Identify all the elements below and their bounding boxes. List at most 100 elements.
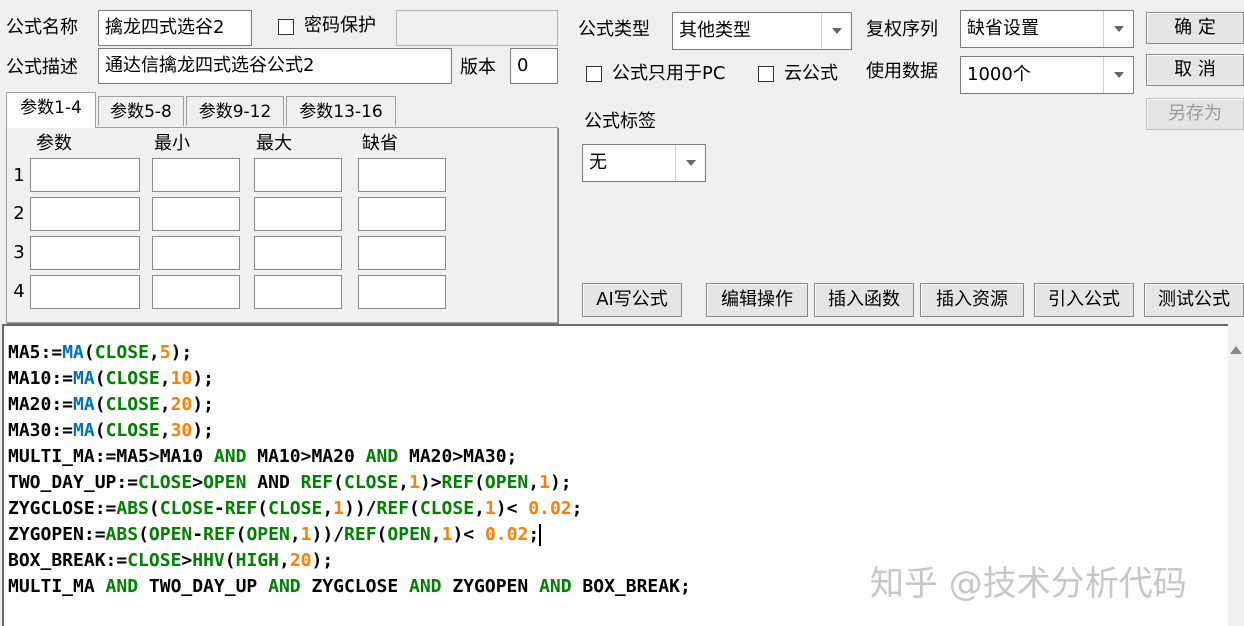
- code-token: CLOSE: [159, 498, 214, 519]
- code-token: ;: [571, 498, 583, 519]
- param-min-cell-2[interactable]: [152, 197, 240, 231]
- code-token: 1: [409, 472, 420, 493]
- code-token: MA10:=: [8, 368, 74, 389]
- code-token: CLOSE: [419, 498, 475, 519]
- code-line: TWO_DAY_UP:=CLOSE>OPEN AND REF(CLOSE,1)>…: [8, 470, 572, 496]
- formula-desc-input[interactable]: 通达信擒龙四式选谷公式2: [98, 48, 452, 84]
- code-token: )<: [495, 498, 529, 519]
- usage-data-value: 1000个: [967, 64, 1031, 85]
- password-input[interactable]: [396, 10, 558, 46]
- param-name-cell-4[interactable]: [30, 275, 140, 309]
- code-line: ZYGCLOSE:=ABS(CLOSE-REF(CLOSE,1))/REF(CL…: [8, 496, 582, 522]
- usage-data-select[interactable]: 1000个: [960, 56, 1134, 94]
- scroll-up-icon[interactable]: [1230, 346, 1242, 354]
- code-token: BOX_BREAK;: [571, 576, 691, 597]
- code-line: MA10:=MA(CLOSE,10);: [8, 366, 214, 392]
- edit-ops-button[interactable]: 编辑操作: [706, 283, 808, 317]
- code-token: AND: [365, 446, 399, 467]
- param-max-cell-1[interactable]: [254, 158, 342, 192]
- code-token: REF: [344, 524, 377, 545]
- param-name-cell-3[interactable]: [30, 236, 140, 270]
- code-token: );: [192, 394, 214, 415]
- code-token: ABS: [105, 524, 139, 545]
- param-default-cell-4[interactable]: [358, 275, 446, 309]
- code-token: MA20>MA30;: [398, 446, 518, 467]
- param-header-name: 参数: [36, 133, 72, 154]
- param-default-cell-1[interactable]: [358, 158, 446, 192]
- param-header-min: 最小: [154, 133, 190, 154]
- import-formula-button[interactable]: 引入公式: [1034, 283, 1134, 317]
- usage-data-label: 使用数据: [866, 61, 938, 82]
- pc-only-checkbox[interactable]: [586, 66, 602, 82]
- tab-params-5-8[interactable]: 参数5-8: [98, 96, 184, 126]
- code-line: MA30:=MA(CLOSE,30);: [8, 418, 214, 444]
- editor-scrollbar[interactable]: [1228, 324, 1244, 626]
- code-token: CLOSE: [105, 368, 160, 389]
- chevron-down-icon[interactable]: [821, 13, 851, 49]
- code-token: (: [94, 394, 106, 415]
- formula-tag-label: 公式标签: [584, 111, 656, 132]
- code-token: 30: [170, 420, 193, 441]
- param-max-cell-4[interactable]: [254, 275, 342, 309]
- code-token: 1: [484, 498, 496, 519]
- formula-name-input[interactable]: 擒龙四式选谷2: [98, 10, 252, 46]
- param-min-cell-4[interactable]: [152, 275, 240, 309]
- code-line: BOX_BREAK:=CLOSE>HHV(HIGH,20);: [8, 548, 333, 574]
- code-token: CLOSE: [127, 550, 182, 571]
- param-row-number: 2: [13, 203, 25, 224]
- version-label: 版本: [460, 57, 496, 78]
- param-name-cell-2[interactable]: [30, 197, 140, 231]
- param-name-cell-1[interactable]: [30, 158, 140, 192]
- tab-params-13-16[interactable]: 参数13-16: [286, 96, 396, 126]
- tab-params-9-12[interactable]: 参数9-12: [186, 96, 284, 126]
- tab-params-1-4[interactable]: 参数1-4: [6, 92, 96, 128]
- param-row-number: 4: [13, 281, 25, 302]
- param-min-cell-3[interactable]: [152, 236, 240, 270]
- cloud-checkbox[interactable]: [758, 66, 774, 82]
- code-token: (: [224, 550, 236, 571]
- test-formula-button[interactable]: 测试公式: [1144, 283, 1244, 317]
- code-token: OPEN: [387, 524, 431, 545]
- code-token: ,: [322, 498, 334, 519]
- cancel-button[interactable]: 取 消: [1146, 54, 1244, 86]
- code-token: AND: [409, 576, 442, 597]
- code-token: MA: [62, 342, 84, 363]
- code-token: (: [94, 420, 106, 441]
- param-default-cell-3[interactable]: [358, 236, 446, 270]
- code-token: );: [311, 550, 334, 571]
- param-max-cell-3[interactable]: [254, 236, 342, 270]
- formula-tag-select[interactable]: 无: [582, 144, 706, 182]
- code-line: MULTI_MA AND TWO_DAY_UP AND ZYGCLOSE AND…: [8, 574, 691, 600]
- rights-seq-select[interactable]: 缺省设置: [960, 10, 1134, 48]
- code-line: MULTI_MA:=MA5>MA10 AND MA10>MA20 AND MA2…: [8, 444, 517, 470]
- code-token: ;: [528, 524, 540, 545]
- code-line: MA20:=MA(CLOSE,20);: [8, 392, 214, 418]
- param-default-cell-2[interactable]: [358, 197, 446, 231]
- chevron-down-icon[interactable]: [675, 145, 705, 181]
- param-row-number: 3: [13, 242, 25, 263]
- code-token: ,: [148, 342, 160, 363]
- code-token: 20: [289, 550, 312, 571]
- insert-function-button[interactable]: 插入函数: [814, 283, 914, 317]
- chevron-down-icon[interactable]: [1103, 57, 1133, 93]
- ai-write-button[interactable]: AI写公式: [582, 283, 682, 317]
- insert-resource-button[interactable]: 插入资源: [920, 283, 1024, 317]
- code-token: >: [192, 472, 204, 493]
- password-checkbox[interactable]: [278, 19, 294, 35]
- param-min-cell-1[interactable]: [152, 158, 240, 192]
- code-token: CLOSE: [105, 394, 160, 415]
- code-token: );: [192, 368, 214, 389]
- code-token: AND: [213, 446, 247, 467]
- code-token: >: [181, 550, 193, 571]
- formula-type-select[interactable]: 其他类型: [672, 12, 852, 50]
- rights-seq-label: 复权序列: [866, 19, 938, 40]
- code-token: CLOSE: [343, 472, 399, 493]
- version-input[interactable]: 0: [510, 48, 558, 84]
- save-as-button[interactable]: 另存为: [1146, 98, 1244, 130]
- code-token: 1: [300, 524, 312, 545]
- code-token: 10: [170, 368, 193, 389]
- param-max-cell-2[interactable]: [254, 197, 342, 231]
- ok-button[interactable]: 确 定: [1146, 12, 1244, 44]
- code-token: );: [549, 472, 572, 493]
- chevron-down-icon[interactable]: [1103, 11, 1133, 47]
